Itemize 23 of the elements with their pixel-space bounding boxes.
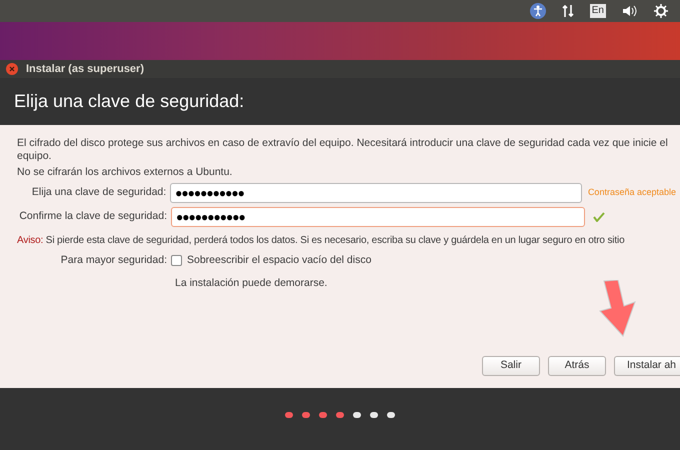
- volume-icon[interactable]: [622, 4, 638, 18]
- accessibility-icon[interactable]: [530, 3, 546, 19]
- dialog-button[interactable]: Instalar ah: [614, 356, 680, 376]
- warning-text: Aviso: Si pierde esta clave de seguridad, perderá todos los datos. Si es necesario, escriba su clave y guárdela en un lugar seguro en otro sitio: [17, 234, 626, 248]
- field-label: Confirme la clave de seguridad:: [18, 209, 168, 224]
- settings-icon[interactable]: [654, 4, 668, 18]
- password-strength-text: Contraseña aceptable: [588, 186, 676, 200]
- page-heading: Elija una clave de seguridad:: [14, 90, 244, 113]
- description-text: El cifrado del disco protege sus archivos en caso de extravío del equipo. Necesitará introducir una clave de seguridad cada vez que inicie el equipo.: [17, 137, 669, 163]
- description-text: No se cifrarán los archivos externos a Ubuntu.: [17, 166, 234, 179]
- keyboard-layout-indicator[interactable]: En: [590, 4, 606, 18]
- note-text: La instalación puede demorarse.: [175, 276, 328, 291]
- field-label: Elija una clave de seguridad:: [30, 185, 168, 200]
- close-icon[interactable]: [6, 63, 18, 75]
- network-icon[interactable]: [562, 4, 574, 18]
- dialog-button[interactable]: Salir: [482, 356, 540, 376]
- option-label: Para mayor seguridad:: [60, 253, 168, 268]
- window-title: Instalar (as superuser): [26, 62, 144, 77]
- password-field[interactable]: ●●●●●●●●●●●: [170, 183, 582, 203]
- dialog-button[interactable]: Atrás: [548, 356, 606, 376]
- password-field[interactable]: ●●●●●●●●●●●: [171, 207, 585, 227]
- checkbox[interactable]: [171, 255, 182, 266]
- checkbox-label: Sobreescribir el espacio vacío del disco: [187, 253, 372, 268]
